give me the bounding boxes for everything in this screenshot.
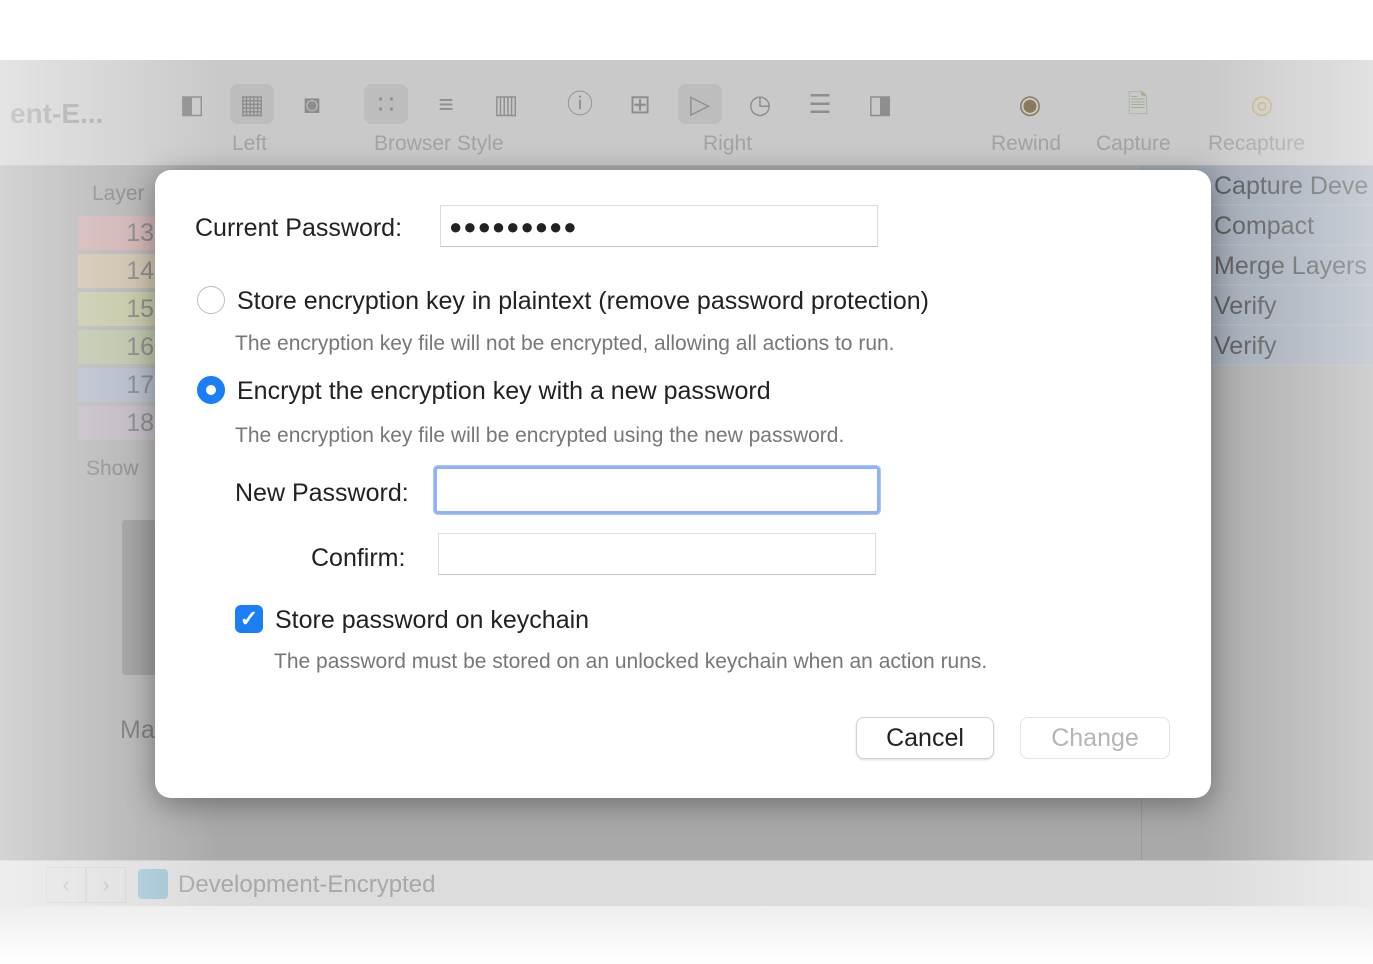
keychain-checkbox[interactable]: ✓: [235, 605, 263, 633]
capture-button[interactable]: Capture: [1096, 132, 1171, 156]
device-label: Ma: [120, 716, 155, 744]
plaintext-description: The encryption key file will not be encr…: [235, 332, 895, 355]
encrypt-radio[interactable]: [197, 376, 225, 404]
info-icon[interactable]: ⓘ: [558, 84, 602, 124]
current-password-field[interactable]: ●●●●●●●●●: [440, 205, 878, 247]
layer-row[interactable]: 14: [78, 254, 158, 288]
layer-row[interactable]: 17: [78, 368, 158, 402]
current-password-value: ●●●●●●●●●: [449, 214, 578, 239]
layer-row[interactable]: 18: [78, 406, 158, 440]
document-icon: [138, 869, 168, 899]
forward-button[interactable]: ›: [86, 867, 126, 903]
toolbar-label-left: Left: [232, 132, 268, 155]
list-view-icon[interactable]: ≡: [424, 84, 468, 124]
confirm-label: Confirm:: [311, 544, 406, 572]
back-button[interactable]: ‹: [46, 867, 86, 903]
encrypt-option-label[interactable]: Encrypt the encryption key with a new pa…: [237, 377, 771, 406]
cancel-button[interactable]: Cancel: [856, 717, 994, 759]
sidebar-left-icon[interactable]: ◧: [170, 84, 214, 124]
plaintext-radio[interactable]: [197, 286, 225, 314]
status-bar: ‹ › Development-Encrypted: [0, 860, 1373, 906]
sidebar-right-icon[interactable]: ◨: [858, 84, 902, 124]
plaintext-option-label[interactable]: Store encryption key in plaintext (remov…: [237, 287, 929, 316]
rewind-button[interactable]: Rewind: [991, 132, 1061, 156]
keychain-description: The password must be stored on an unlock…: [274, 650, 988, 673]
grid-view-icon[interactable]: ∷: [364, 84, 408, 124]
clock-icon[interactable]: ◷: [738, 84, 782, 124]
gallery-icon[interactable]: ⊞: [618, 84, 662, 124]
change-password-dialog: Current Password: ●●●●●●●●● Store encryp…: [155, 170, 1211, 798]
rewind-icon[interactable]: ◉: [1008, 84, 1052, 124]
recapture-icon[interactable]: ◎: [1240, 84, 1284, 124]
change-button[interactable]: Change: [1020, 717, 1170, 759]
play-icon[interactable]: ▷: [678, 84, 722, 124]
layer-row[interactable]: 15: [78, 292, 158, 326]
calendar-icon[interactable]: ▦: [230, 84, 274, 124]
disk-icon[interactable]: ◙: [290, 84, 334, 124]
new-password-label: New Password:: [235, 479, 409, 507]
document-name: Development-Encrypted: [178, 871, 436, 898]
confirm-field[interactable]: [438, 533, 876, 575]
recapture-button[interactable]: Recapture: [1208, 132, 1305, 156]
log-icon[interactable]: ☰: [798, 84, 842, 124]
keychain-label[interactable]: Store password on keychain: [275, 606, 589, 635]
layer-row[interactable]: 16: [78, 330, 158, 364]
new-password-field[interactable]: [434, 466, 880, 514]
column-view-icon[interactable]: ▥: [484, 84, 528, 124]
backdrop: [0, 906, 1373, 964]
capture-icon[interactable]: 🗎: [1116, 84, 1160, 124]
toolbar: ent-E... ◧ ▦ ◙ ∷ ≡ ▥ ⓘ ⊞ ▷ ◷ ☰ ◨ Left Br…: [0, 60, 1373, 166]
layer-row[interactable]: 13: [78, 216, 158, 250]
window-title: ent-E...: [10, 98, 104, 129]
show-label: Show: [86, 457, 139, 480]
current-password-label: Current Password:: [195, 214, 403, 242]
layer-column-header: Layer: [92, 182, 145, 205]
encrypt-description: The encryption key file will be encrypte…: [235, 424, 845, 447]
device-image: [122, 520, 156, 675]
toolbar-label-right: Right: [703, 132, 753, 155]
toolbar-label-browser-style: Browser Style: [374, 132, 504, 155]
